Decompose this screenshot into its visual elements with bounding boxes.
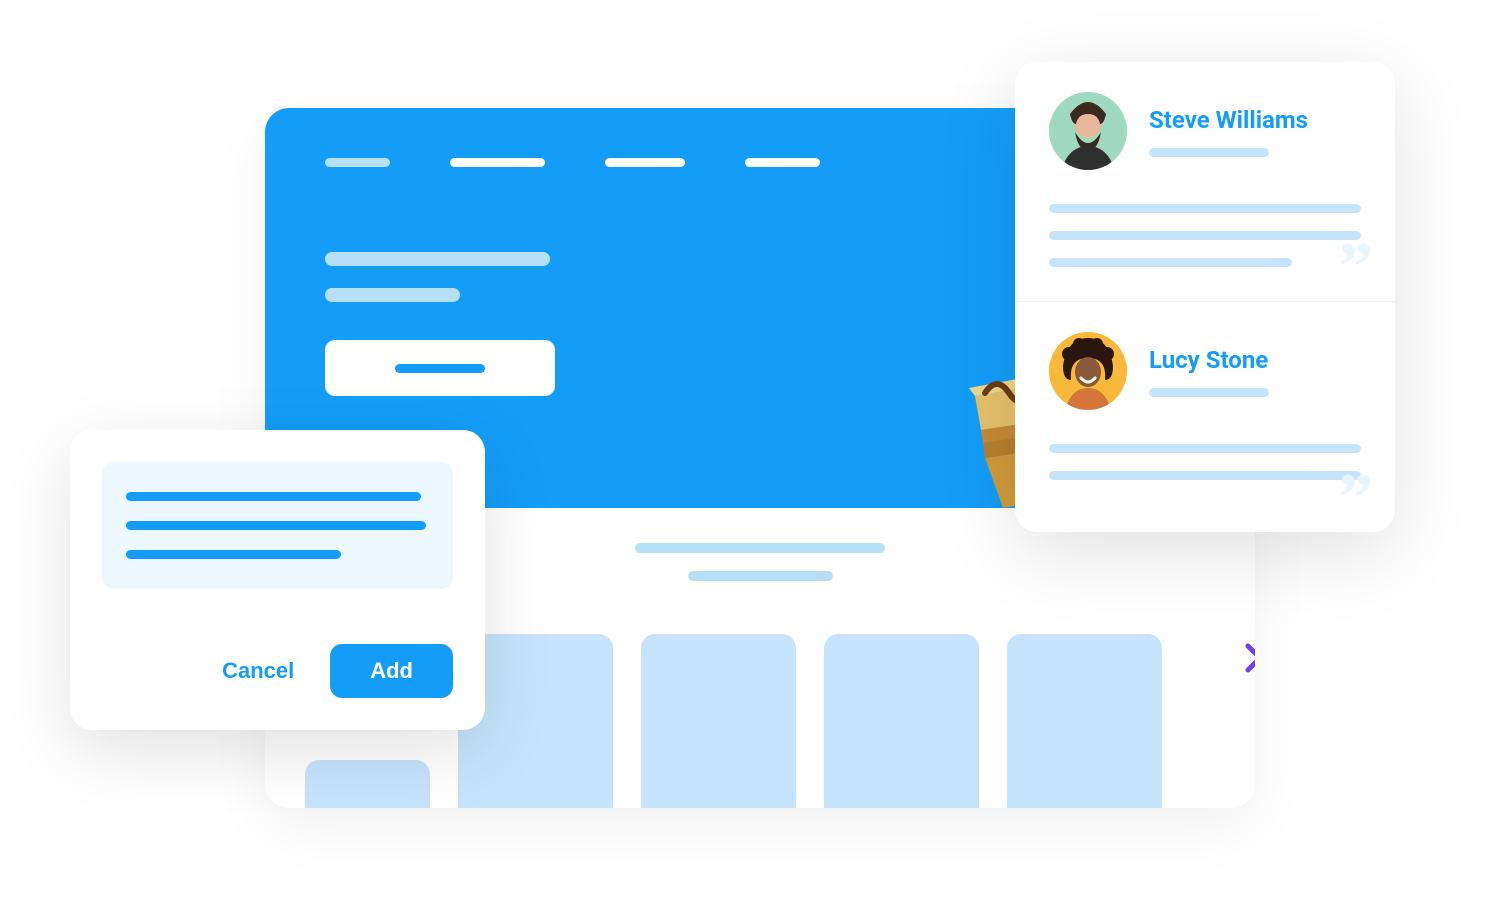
testimonial-item-2: Lucy Stone ” [1015,301,1395,532]
testimonial-item-1: Steve Williams ” [1015,62,1395,301]
hero-line-2 [325,288,460,302]
chevron-right-icon [1244,642,1255,674]
product-tile-2[interactable] [641,634,796,808]
quote-icon: ” [1338,250,1373,285]
add-button[interactable]: Add [330,644,453,698]
testimonial-line [1049,204,1361,213]
quote-icon: ” [1338,481,1373,516]
product-tile-4[interactable] [1007,634,1162,808]
product-tile-3[interactable] [824,634,979,808]
section-title-line [635,543,885,553]
dialog-text-line-2 [126,521,426,530]
product-tile-partial[interactable] [305,760,430,808]
dialog-content-box [102,462,453,589]
testimonials-panel: Steve Williams ” [1015,62,1395,532]
dialog-text-line-3 [126,550,341,559]
testimonial-body [1049,204,1361,267]
testimonial-line [1049,471,1361,480]
add-dialog: Cancel Add [70,430,485,730]
hero-cta-label [395,364,485,373]
nav-item-1[interactable] [450,158,545,167]
dialog-text-line-1 [126,492,421,501]
dialog-actions: Cancel Add [102,644,453,698]
testimonial-line [1049,231,1361,240]
nav-item-3[interactable] [745,158,820,167]
section-subtitle-line [688,571,833,581]
nav-item-2[interactable] [605,158,685,167]
hero-cta-button[interactable] [325,340,555,396]
testimonial-line [1049,258,1292,267]
hero-line-1 [325,252,550,266]
avatar [1049,92,1127,170]
avatar [1049,332,1127,410]
testimonial-name: Lucy Stone [1149,346,1269,374]
testimonial-subline [1149,388,1269,397]
testimonial-line [1049,444,1361,453]
nav-item-logo[interactable] [325,158,390,167]
carousel-next-button[interactable] [1225,628,1255,688]
testimonial-subline [1149,148,1269,157]
testimonial-body [1049,444,1361,480]
testimonial-name: Steve Williams [1149,106,1308,134]
cancel-button[interactable]: Cancel [200,644,316,698]
